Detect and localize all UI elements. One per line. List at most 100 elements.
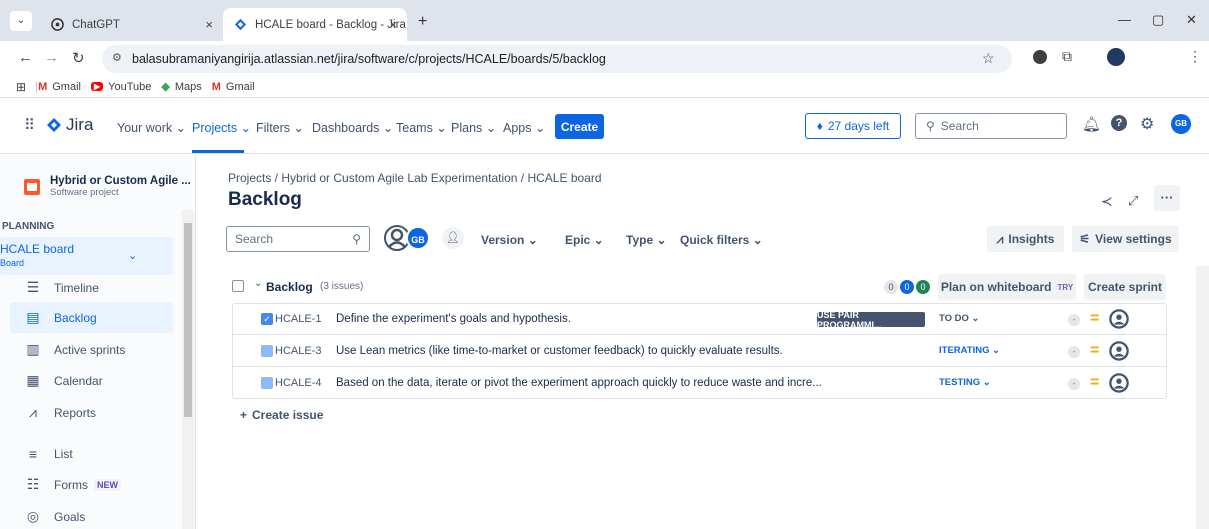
issue-summary[interactable]: Use Lean metrics (like time-to-market or…	[336, 345, 783, 357]
view-settings-button[interactable]: ⚟ View settings	[1072, 226, 1179, 252]
epic-label[interactable]: USE PAIR PROGRAMMI...	[817, 310, 925, 330]
sidebar-item-forms[interactable]: ☷ Forms NEW	[10, 469, 173, 500]
create-issue-button[interactable]: + Create issue	[240, 408, 323, 422]
maps-icon: ◆	[161, 81, 170, 93]
assignee-avatar[interactable]	[1109, 309, 1129, 329]
tab-chatgpt[interactable]: ChatGPT ×	[40, 8, 223, 41]
main-scrollbar[interactable]	[1196, 266, 1209, 529]
bookmark-maps[interactable]: ◆ Maps	[161, 80, 201, 94]
close-window-icon[interactable]: ✕	[1186, 12, 1197, 28]
version-filter[interactable]: Version ⌄	[481, 233, 538, 247]
nav-your-work[interactable]: Your work ⌄	[117, 120, 186, 135]
plan-on-whiteboard-button[interactable]: Plan on whiteboard TRY	[938, 274, 1076, 300]
apps-grid-icon[interactable]: ⊞	[16, 80, 26, 94]
bookmark-gmail-2[interactable]: M Gmail	[212, 81, 255, 93]
search-input[interactable]: ⚲ Search	[915, 113, 1067, 139]
estimate-badge[interactable]: -	[1068, 314, 1080, 326]
user-avatar-filter[interactable]: GB	[406, 226, 430, 250]
nav-projects[interactable]: Projects ⌄	[192, 120, 251, 135]
sidebar-scrollbar-thumb[interactable]	[184, 223, 192, 417]
estimate-badge[interactable]: -	[1068, 346, 1080, 358]
breadcrumb[interactable]: Projects / Hybrid or Custom Agile Lab Ex…	[228, 171, 602, 185]
nav-plans[interactable]: Plans ⌄	[451, 120, 496, 135]
close-tab-icon[interactable]: ×	[205, 17, 213, 32]
nav-filters[interactable]: Filters ⌄	[256, 120, 304, 135]
bookmark-youtube[interactable]: ▶ YouTube	[90, 81, 151, 93]
address-bar[interactable]: ⚙ balasubramaniyangirija.atlassian.net/j…	[102, 45, 1012, 73]
trial-days-button[interactable]: ♦ 27 days left	[805, 113, 901, 139]
task-checkbox-icon: ✓	[261, 313, 273, 325]
restore-icon[interactable]: ▢	[1152, 12, 1164, 28]
user-avatar[interactable]: GB	[1171, 114, 1191, 134]
reload-icon[interactable]: ↻	[72, 49, 85, 67]
collapse-chevron-icon[interactable]: ⌄	[254, 278, 262, 289]
chevron-down-icon: ⌄	[128, 250, 138, 262]
status-dropdown[interactable]: TO DO ⌄	[939, 313, 980, 324]
sidebar-item-list[interactable]: ≡ List	[10, 438, 173, 469]
create-sprint-button[interactable]: Create sprint	[1084, 274, 1166, 300]
notifications-icon[interactable]: 🔔︎	[1082, 115, 1101, 133]
issue-summary[interactable]: Define the experiment's goals and hypoth…	[336, 313, 571, 325]
back-icon[interactable]: ←	[18, 49, 33, 66]
select-all-checkbox[interactable]	[232, 280, 244, 292]
jira-logo[interactable]: Jira	[46, 115, 93, 135]
bookmark-star-icon[interactable]: ☆	[982, 50, 995, 67]
type-filter[interactable]: Type ⌄	[626, 233, 667, 247]
table-row[interactable]: ✓ HCALE-1 Define the experiment's goals …	[233, 304, 1166, 335]
issue-key[interactable]: HCALE-4	[275, 377, 321, 389]
subtask-icon	[261, 345, 273, 357]
table-row[interactable]: HCALE-3 Use Lean metrics (like time-to-m…	[233, 336, 1166, 367]
backlog-search-input[interactable]: Search ⚲	[226, 226, 370, 252]
app-switcher-icon[interactable]: ⠿	[24, 116, 35, 134]
table-row[interactable]: HCALE-4 Based on the data, iterate or pi…	[233, 368, 1166, 399]
nav-apps[interactable]: Apps ⌄	[503, 120, 545, 135]
nav-dashboards[interactable]: Dashboards ⌄	[312, 120, 393, 135]
nav-teams[interactable]: Teams ⌄	[396, 120, 447, 135]
extension-icon[interactable]	[1033, 50, 1047, 64]
assignee-avatar[interactable]	[1109, 373, 1129, 393]
jira-icon	[233, 18, 247, 32]
share-icon[interactable]: ≺	[1101, 193, 1113, 210]
bookmark-gmail[interactable]: M Gmail	[38, 81, 81, 93]
more-actions-button[interactable]: ···	[1154, 185, 1180, 211]
project-type: Software project	[50, 187, 119, 198]
add-people-icon[interactable]: 👤︎	[442, 227, 464, 249]
epic-filter[interactable]: Epic ⌄	[565, 233, 604, 247]
sidebar-item-active-sprints[interactable]: ▥ Active sprints	[10, 334, 173, 365]
sidebar-item-timeline[interactable]: ☰ Timeline	[10, 272, 173, 303]
extensions-puzzle-icon[interactable]: ⧉	[1062, 48, 1072, 65]
status-dropdown[interactable]: TESTING ⌄	[939, 377, 991, 388]
sidebar-item-goals[interactable]: ◎ Goals	[10, 501, 173, 529]
forward-icon[interactable]: →	[44, 49, 59, 66]
issue-key[interactable]: HCALE-1	[275, 313, 321, 325]
new-tab-button[interactable]: +	[418, 13, 427, 31]
board-sub: Board	[0, 258, 25, 268]
issue-key[interactable]: HCALE-3	[275, 345, 321, 357]
tab-search-button[interactable]: ⌄	[10, 11, 32, 31]
assignee-avatar[interactable]	[1109, 341, 1129, 361]
close-tab-icon[interactable]: ×	[389, 17, 397, 32]
minimize-icon[interactable]: —	[1118, 12, 1131, 27]
backlog-icon: ▤	[26, 309, 40, 325]
sidebar-item-reports[interactable]: ⩘ Reports	[10, 397, 173, 428]
chatgpt-icon	[50, 18, 64, 32]
in-progress-count-badge: 0	[900, 280, 914, 294]
quick-filters[interactable]: Quick filters ⌄	[680, 233, 763, 247]
status-dropdown[interactable]: ITERATING ⌄	[939, 345, 1000, 356]
settings-gear-icon[interactable]: ⚙	[1140, 114, 1154, 134]
estimate-badge[interactable]: -	[1068, 378, 1080, 390]
help-icon[interactable]: ?	[1111, 115, 1127, 131]
expand-icon[interactable]: ⤢	[1128, 193, 1138, 209]
project-header[interactable]: Hybrid or Custom Agile ... Software proj…	[24, 175, 191, 198]
create-button[interactable]: Create	[555, 114, 604, 139]
sidebar-item-calendar[interactable]: ▦ Calendar	[10, 365, 173, 396]
project-name: Hybrid or Custom Agile ...	[50, 175, 191, 187]
browser-menu-icon[interactable]: ⋮	[1188, 48, 1202, 65]
tab-jira-backlog[interactable]: HCALE board - Backlog - Jira ×	[223, 8, 407, 41]
board-selector[interactable]: HCALE board Board ⌄	[0, 237, 173, 275]
profile-avatar[interactable]	[1107, 48, 1125, 66]
issue-summary[interactable]: Based on the data, iterate or pivot the …	[336, 377, 822, 389]
site-info-icon[interactable]: ⚙	[112, 51, 122, 64]
insights-button[interactable]: ⩘ Insights	[987, 226, 1064, 252]
sidebar-item-backlog[interactable]: ▤ Backlog	[10, 302, 173, 333]
